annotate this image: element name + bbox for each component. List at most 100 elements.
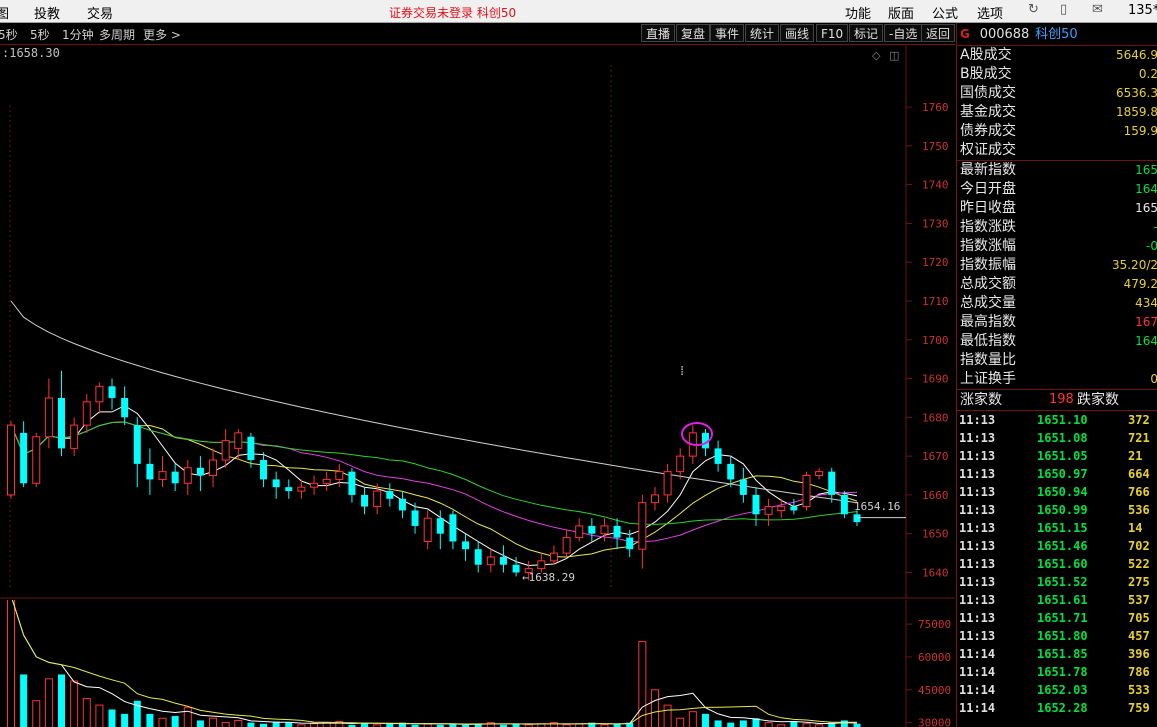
turnover-value: 5646.9 bbox=[1116, 48, 1157, 62]
tick-vol: 664 bbox=[1128, 467, 1150, 481]
window-icon[interactable]: ◫ bbox=[889, 49, 899, 62]
chart-corner-icons[interactable]: ◇ ◫ bbox=[872, 49, 899, 62]
volume-bar bbox=[32, 700, 41, 727]
tick-row[interactable]: 11:14 1651.78 786 bbox=[957, 663, 1157, 681]
candle-body bbox=[462, 541, 470, 550]
tick-vol: 14 bbox=[1128, 521, 1143, 535]
refresh-icon[interactable]: ↻ bbox=[1028, 2, 1039, 17]
candle-body bbox=[449, 514, 457, 542]
period-5s-a[interactable]: 5秒 bbox=[0, 26, 18, 43]
index-stat-row: 最低指数 164 bbox=[957, 332, 1157, 351]
menu-item-formula[interactable]: 公式 bbox=[932, 3, 958, 22]
replay-button[interactable]: 复盘 bbox=[676, 24, 711, 42]
candle-body bbox=[436, 518, 444, 534]
index-stat-row: 最新指数 165 bbox=[957, 161, 1157, 180]
volume-tick-label: 30000 bbox=[918, 717, 951, 727]
candle-body bbox=[537, 560, 546, 570]
price-tick-label: 1760 bbox=[922, 101, 949, 114]
tick-row[interactable]: 11:13 1650.94 766 bbox=[957, 483, 1157, 501]
tick-row[interactable]: 11:14 1652.03 533 bbox=[957, 681, 1157, 699]
tick-row[interactable]: 11:13 1650.99 536 bbox=[957, 501, 1157, 519]
turnover-row: 权证成交 bbox=[957, 141, 1157, 160]
tick-time: 11:13 bbox=[959, 413, 996, 427]
index-stat-label: 指数涨跌 bbox=[960, 219, 1016, 235]
turnover-row: 基金成交 1859.8 bbox=[957, 103, 1157, 122]
price-chart[interactable]: 1760 1750 1740 1730 1720 1710 1700 1690 1680 1670… bbox=[0, 45, 955, 599]
tick-row[interactable]: 11:13 1651.60 522 bbox=[957, 555, 1157, 573]
index-stat-row: 总成交额 479.2 bbox=[957, 275, 1157, 294]
back-button[interactable]: 返回 bbox=[921, 24, 955, 42]
index-stat-value: 434 bbox=[1135, 296, 1157, 310]
tick-price: 1651.08 bbox=[1037, 431, 1088, 445]
candle-body bbox=[322, 478, 331, 484]
menu-item-layout[interactable]: 版面 bbox=[888, 3, 914, 22]
index-stat-value: 479.2 bbox=[1123, 277, 1157, 291]
volume-bar bbox=[121, 713, 129, 727]
tick-time: 11:13 bbox=[959, 575, 996, 589]
volume-tick-label: 75000 bbox=[918, 618, 951, 631]
turnover-row: A股成交 5646.9 bbox=[957, 46, 1157, 65]
mail-icon[interactable]: ✉ bbox=[1092, 2, 1103, 17]
candle-body bbox=[575, 525, 584, 539]
turnover-label: 国债成交 bbox=[960, 85, 1016, 101]
tick-row[interactable]: 11:13 1651.08 721 bbox=[957, 429, 1157, 447]
menu-item-trade[interactable]: 交易 bbox=[87, 3, 113, 22]
menu-item-options[interactable]: 选项 bbox=[977, 3, 1003, 22]
tick-price: 1651.15 bbox=[1037, 521, 1088, 535]
tick-price: 1651.85 bbox=[1037, 647, 1088, 661]
tick-time: 11:13 bbox=[959, 485, 996, 499]
tick-row[interactable]: 11:14 1652.28 759 bbox=[957, 699, 1157, 717]
f10-button[interactable]: F10 bbox=[816, 24, 849, 42]
draw-button[interactable]: 画线 bbox=[780, 24, 815, 42]
last-price-label: 1654.16 bbox=[854, 500, 900, 513]
tick-vol: 457 bbox=[1128, 629, 1150, 643]
period-multi[interactable]: 多周期 bbox=[99, 26, 135, 43]
tick-row[interactable]: 11:13 1651.61 537 bbox=[957, 591, 1157, 609]
candle-body bbox=[272, 479, 280, 488]
candle-body bbox=[386, 491, 394, 499]
candle-body bbox=[398, 498, 406, 511]
account-number: 135* bbox=[1128, 3, 1157, 18]
tick-row[interactable]: 11:13 1651.10 372 bbox=[957, 411, 1157, 429]
index-name[interactable]: 科创50 bbox=[1035, 27, 1078, 42]
menu-item-function[interactable]: 功能 bbox=[845, 3, 871, 22]
tick-price: 1651.60 bbox=[1037, 557, 1088, 571]
volume-bar bbox=[234, 719, 243, 727]
period-1min[interactable]: 1分钟 bbox=[62, 26, 94, 43]
index-stat-label: 总成交额 bbox=[960, 276, 1016, 292]
tick-price: 1650.99 bbox=[1037, 503, 1088, 517]
tick-list[interactable]: 11:13 1651.10 372 11:13 1651.08 721 11:13 1651.… bbox=[957, 411, 1157, 717]
diamond-icon[interactable]: ◇ bbox=[872, 49, 881, 62]
stats-button[interactable]: 统计 bbox=[745, 24, 780, 42]
volume-bar bbox=[171, 716, 179, 727]
tick-row[interactable]: 11:13 1651.52 275 bbox=[957, 573, 1157, 591]
tick-vol: 766 bbox=[1128, 485, 1150, 499]
candle-body bbox=[310, 482, 319, 488]
live-button[interactable]: 直播 bbox=[641, 24, 676, 42]
menu-item-0[interactable]: 图 bbox=[0, 3, 9, 22]
tick-row[interactable]: 11:14 1651.85 396 bbox=[957, 645, 1157, 663]
mark-button[interactable]: 标记 bbox=[849, 24, 884, 42]
candle-body bbox=[58, 397, 66, 449]
candle-body bbox=[638, 502, 647, 550]
tick-row[interactable]: 11:13 1651.05 21 bbox=[957, 447, 1157, 465]
turnover-label: 权证成交 bbox=[960, 142, 1016, 158]
tick-row[interactable]: 11:13 1650.97 664 bbox=[957, 465, 1157, 483]
phone-icon[interactable]: ▯ bbox=[1060, 2, 1067, 17]
menu-item-education[interactable]: 投教 bbox=[34, 3, 60, 22]
tick-row[interactable]: 11:13 1651.15 14 bbox=[957, 519, 1157, 537]
candle-body bbox=[32, 436, 41, 484]
volume-chart[interactable]: 75000 60000 45000 30000 bbox=[0, 600, 955, 727]
period-more[interactable]: 更多 > bbox=[143, 26, 181, 43]
tick-row[interactable]: 11:13 1651.46 702 bbox=[957, 537, 1157, 555]
volume-bar bbox=[209, 717, 218, 727]
candle-body bbox=[121, 397, 129, 418]
tick-row[interactable]: 11:13 1651.80 457 bbox=[957, 627, 1157, 645]
turnover-value: 6536.3 bbox=[1116, 86, 1157, 100]
tick-row[interactable]: 11:13 1651.71 705 bbox=[957, 609, 1157, 627]
events-button[interactable]: 事件 bbox=[710, 24, 745, 42]
tick-vol: 759 bbox=[1128, 701, 1150, 715]
period-5s-b[interactable]: 5秒 bbox=[30, 26, 50, 43]
remove-watchlist-button[interactable]: -自选 bbox=[884, 24, 923, 42]
tick-time: 11:13 bbox=[959, 521, 996, 535]
